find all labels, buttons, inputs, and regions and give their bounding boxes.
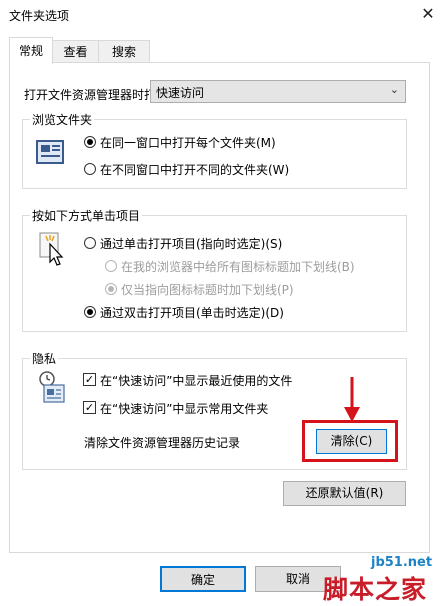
tab-general[interactable]: 常规	[9, 37, 53, 64]
clear-history-label: 清除文件资源管理器历史记录	[84, 436, 241, 450]
title-bar: 文件夹选项 ✕	[0, 0, 442, 30]
label-show-frequent-folders: 在“快速访问”中显示常用文件夹	[100, 402, 269, 416]
restore-defaults-button[interactable]: 还原默认值(R)	[283, 481, 406, 506]
checkbox-show-recent-files[interactable]: ✓	[83, 373, 96, 386]
browse-folders-group	[22, 119, 407, 189]
click-items-title: 按如下方式单击项目	[30, 207, 143, 224]
tab-view[interactable]: 查看	[51, 40, 100, 63]
radio-same-window[interactable]	[84, 136, 96, 148]
clear-history-button[interactable]: 清除(C)	[316, 429, 387, 454]
radio-underline-all[interactable]	[105, 260, 117, 272]
chevron-down-icon: ⌄	[389, 83, 399, 96]
open-explorer-label: 打开文件资源管理器时打	[24, 88, 157, 102]
open-explorer-value: 快速访问	[156, 86, 205, 100]
pointer-click-icon	[38, 232, 68, 266]
label-same-window: 在同一窗口中打开每个文件夹(M)	[100, 136, 276, 150]
red-arrow-icon	[342, 377, 362, 423]
label-underline-hover: 仅当指向图标标题时加下划线(P)	[121, 283, 294, 297]
window-title: 文件夹选项	[9, 9, 70, 23]
open-explorer-dropdown[interactable]: 快速访问 ⌄	[150, 80, 406, 103]
radio-double-click[interactable]	[84, 306, 96, 318]
radio-new-window[interactable]	[84, 163, 96, 175]
window-icon	[36, 140, 64, 164]
label-single-click: 通过单击打开项目(指向时选定)(S)	[100, 237, 283, 251]
watermark-url: jb51.net	[371, 555, 433, 570]
radio-underline-hover[interactable]	[105, 283, 117, 295]
label-double-click: 通过双击打开项目(单击时选定)(D)	[100, 306, 284, 320]
ok-button[interactable]: 确定	[160, 566, 246, 592]
watermark-text: 脚本之家	[323, 575, 428, 604]
tab-search[interactable]: 搜索	[98, 40, 150, 63]
privacy-title: 隐私	[30, 350, 59, 367]
browse-folders-title: 浏览文件夹	[30, 111, 95, 128]
radio-single-click[interactable]	[84, 237, 96, 249]
label-new-window: 在不同窗口中打开不同的文件夹(W)	[100, 163, 290, 177]
checkbox-show-frequent-folders[interactable]: ✓	[83, 401, 96, 414]
close-button[interactable]: ✕	[416, 2, 440, 26]
label-underline-all: 在我的浏览器中给所有图标标题加下划线(B)	[121, 260, 355, 274]
privacy-clock-icon	[36, 370, 68, 404]
label-show-recent-files: 在“快速访问”中显示最近使用的文件	[100, 374, 293, 388]
